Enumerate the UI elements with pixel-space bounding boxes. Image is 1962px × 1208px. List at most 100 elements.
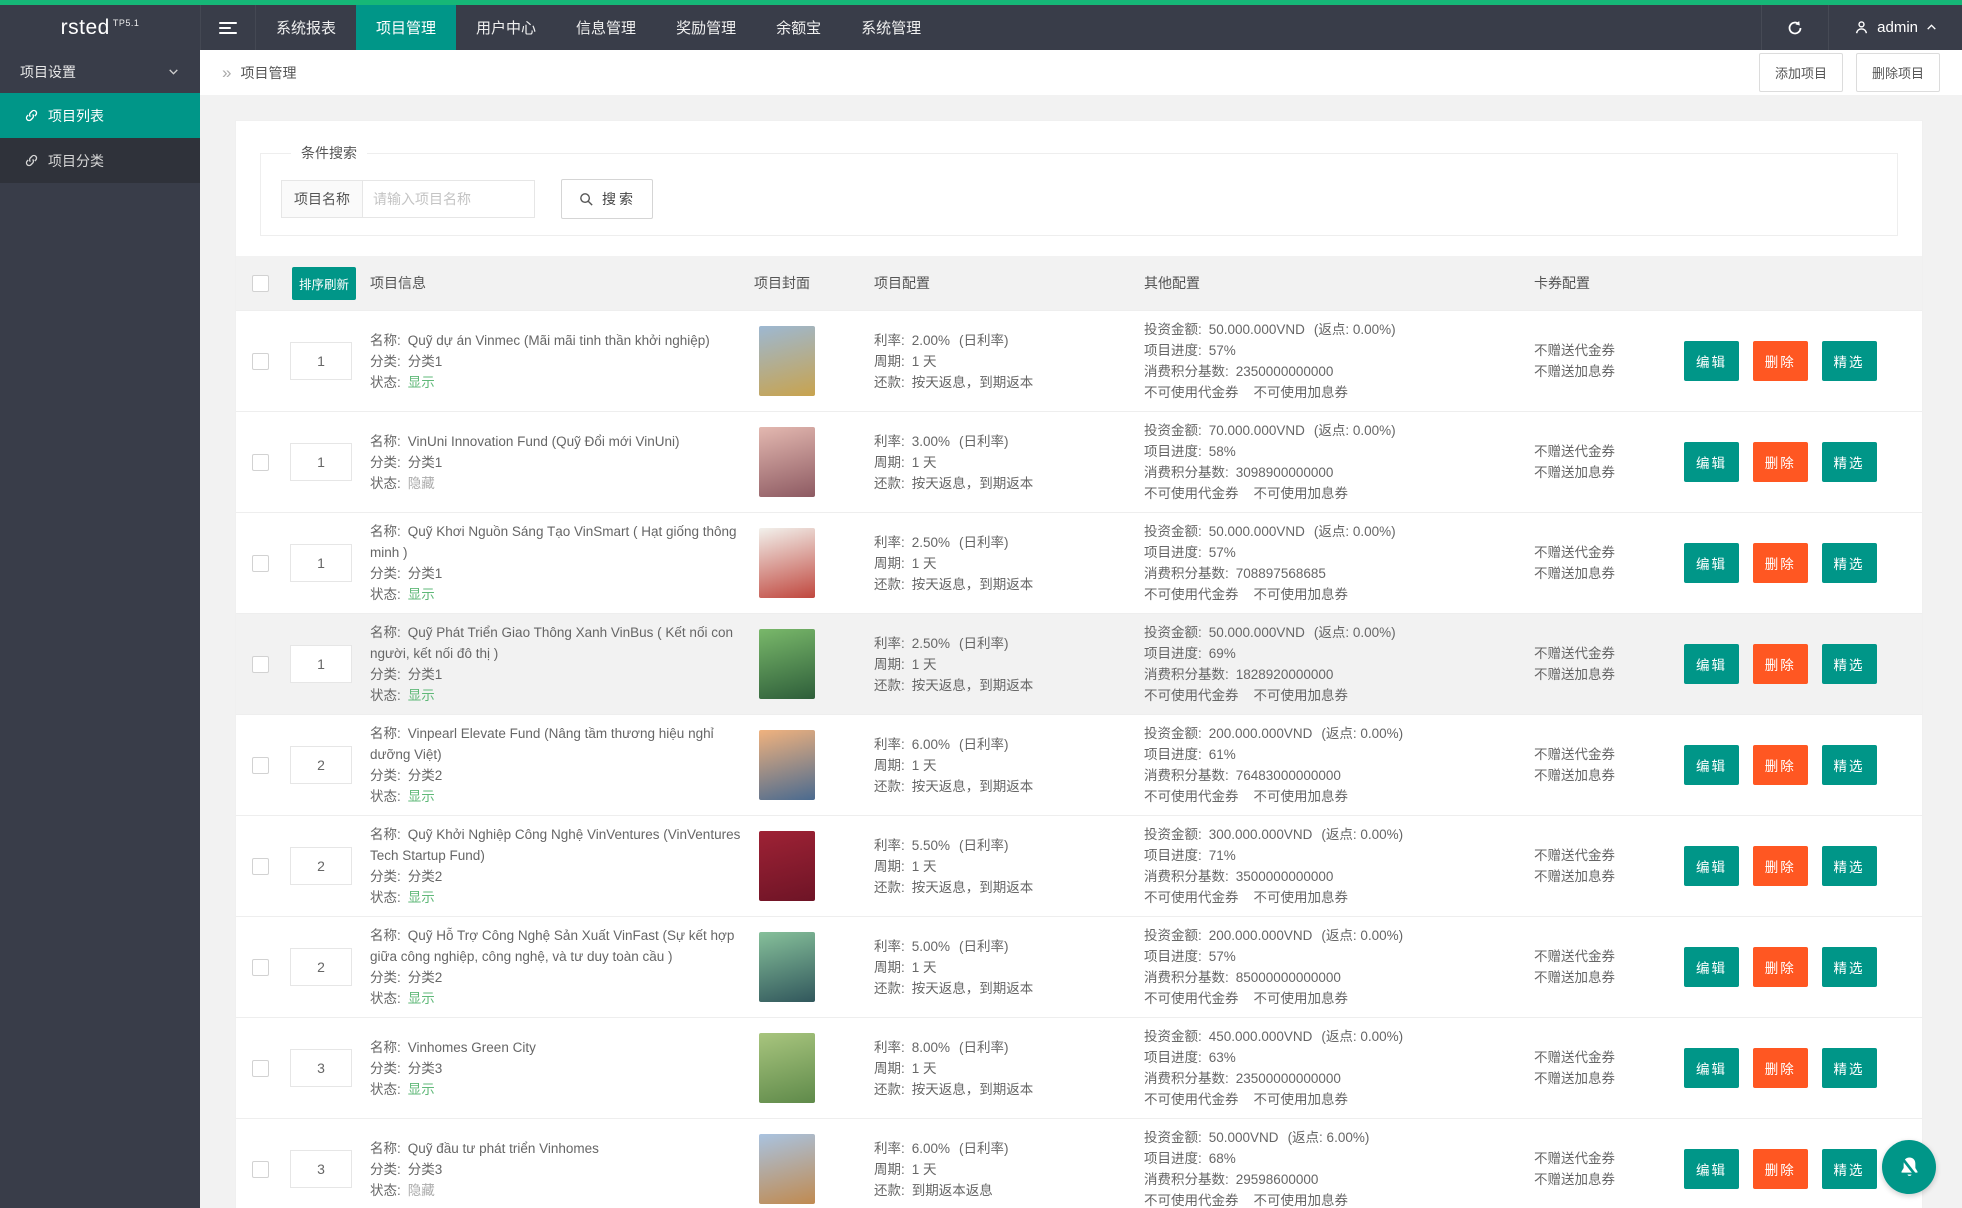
- invest-label: 投资金额:: [1144, 928, 1202, 943]
- delete-button[interactable]: 删除: [1752, 543, 1808, 583]
- project-name: Quỹ Khơi Nguồn Sáng Tạo VinSmart ( Hạt g…: [370, 524, 737, 560]
- feature-button[interactable]: 精选: [1821, 341, 1877, 381]
- select-all-checkbox[interactable]: [251, 274, 269, 292]
- edit-button[interactable]: 编辑: [1684, 543, 1739, 583]
- sort-refresh-button[interactable]: 排序刷新: [292, 266, 357, 300]
- sidebar-section-project-settings[interactable]: 项目设置: [0, 50, 200, 93]
- repay-label: 还款:: [874, 1182, 905, 1198]
- edit-button[interactable]: 编辑: [1684, 745, 1739, 785]
- delete-button[interactable]: 删除: [1752, 947, 1808, 987]
- feature-button[interactable]: 精选: [1821, 543, 1877, 583]
- invest-value: 200.000.000VND: [1208, 928, 1313, 943]
- sort-order-input[interactable]: [290, 847, 352, 885]
- delete-button[interactable]: 删除: [1752, 1149, 1808, 1189]
- sort-order-input[interactable]: [290, 948, 352, 986]
- row-checkbox[interactable]: [251, 655, 269, 673]
- delete-button[interactable]: 删除: [1752, 341, 1808, 381]
- repay-value: 按天返息，到期返本: [911, 980, 1034, 996]
- user-menu[interactable]: admin: [1828, 5, 1962, 50]
- period-label: 周期:: [874, 959, 905, 975]
- delete-button[interactable]: 删除: [1752, 1048, 1808, 1088]
- delete-button[interactable]: 删除: [1752, 442, 1808, 482]
- period-value: 1 天: [911, 858, 937, 874]
- row-checkbox[interactable]: [251, 857, 269, 875]
- invest-label: 投资金额:: [1144, 524, 1202, 539]
- project-cover-image: [759, 730, 815, 800]
- sort-order-input[interactable]: [290, 544, 352, 582]
- delete-project-button[interactable]: 删除项目: [1855, 53, 1940, 92]
- edit-button[interactable]: 编辑: [1684, 644, 1739, 684]
- rate-label: 利率:: [874, 433, 905, 449]
- feature-button[interactable]: 精选: [1821, 1048, 1877, 1088]
- table-row: 名称:Quỹ Phát Triển Giao Thông Xanh VinBus…: [236, 613, 1922, 714]
- delete-button[interactable]: 删除: [1752, 745, 1808, 785]
- feature-button[interactable]: 精选: [1821, 947, 1877, 987]
- delete-button[interactable]: 删除: [1752, 644, 1808, 684]
- row-checkbox[interactable]: [251, 352, 269, 370]
- points-base-label: 消费积分基数:: [1144, 1071, 1229, 1086]
- sort-order-input[interactable]: [290, 342, 352, 380]
- top-bar: rsted TP5.1 系统报表 项目管理 用户中心 信息管理 奖励管理 余额宝 系统管理 …: [0, 5, 1962, 50]
- menu-toggle-button[interactable]: [200, 5, 256, 50]
- header-other-config: 其他配置: [1144, 275, 1200, 291]
- sort-order-input[interactable]: [290, 645, 352, 683]
- edit-button[interactable]: 编辑: [1684, 846, 1739, 886]
- edit-button[interactable]: 编辑: [1684, 442, 1739, 482]
- feature-button[interactable]: 精选: [1821, 1149, 1877, 1189]
- edit-button[interactable]: 编辑: [1684, 1149, 1739, 1189]
- top-nav-item[interactable]: 信息管理: [556, 5, 656, 50]
- sort-order-input[interactable]: [290, 1150, 352, 1188]
- feature-button[interactable]: 精选: [1821, 644, 1877, 684]
- points-base-label: 消费积分基数:: [1144, 364, 1229, 379]
- period-value: 1 天: [911, 353, 937, 369]
- points-base-label: 消费积分基数:: [1144, 1172, 1229, 1187]
- sort-order-input[interactable]: [290, 443, 352, 481]
- sort-order-input[interactable]: [290, 1049, 352, 1087]
- refresh-button[interactable]: [1761, 5, 1828, 50]
- voucher-usage-flag: 不可使用代金券: [1144, 991, 1239, 1006]
- rate-label: 利率:: [874, 736, 905, 752]
- top-nav-item[interactable]: 系统管理: [841, 5, 941, 50]
- sidebar-item[interactable]: 项目分类: [0, 138, 200, 183]
- progress-label: 项目进度:: [1144, 444, 1202, 459]
- row-checkbox[interactable]: [251, 958, 269, 976]
- edit-button[interactable]: 编辑: [1684, 341, 1739, 381]
- progress-value: 57%: [1208, 545, 1236, 560]
- row-checkbox[interactable]: [251, 554, 269, 572]
- progress-value: 57%: [1208, 949, 1236, 964]
- add-project-button[interactable]: 添加项目: [1758, 53, 1843, 92]
- progress-value: 69%: [1208, 646, 1236, 661]
- top-nav-item[interactable]: 项目管理: [356, 5, 457, 50]
- feature-button[interactable]: 精选: [1821, 745, 1877, 785]
- topbar-right: admin: [1761, 5, 1962, 50]
- rate-value: 2.50%: [911, 635, 951, 651]
- row-checkbox[interactable]: [251, 1059, 269, 1077]
- sidebar-items: 项目列表 项目分类: [0, 93, 200, 183]
- top-nav-item[interactable]: 系统报表: [256, 5, 356, 50]
- feature-button[interactable]: 精选: [1821, 442, 1877, 482]
- row-checkbox[interactable]: [251, 1160, 269, 1178]
- feature-button[interactable]: 精选: [1821, 846, 1877, 886]
- interest-coupon-usage-flag: 不可使用加息券: [1253, 486, 1349, 501]
- delete-button[interactable]: 删除: [1752, 846, 1808, 886]
- top-nav-item[interactable]: 用户中心: [456, 5, 556, 50]
- project-category: 分类2: [407, 768, 443, 783]
- top-nav-item[interactable]: 余额宝: [756, 5, 841, 50]
- repay-label: 还款:: [874, 879, 905, 895]
- row-checkbox[interactable]: [251, 453, 269, 471]
- row-checkbox[interactable]: [251, 756, 269, 774]
- interest-coupon-gift-flag: 不赠送加息券: [1534, 1071, 1615, 1086]
- search-button[interactable]: 搜索: [561, 179, 653, 219]
- interest-coupon-gift-flag: 不赠送加息券: [1534, 970, 1615, 985]
- edit-button[interactable]: 编辑: [1684, 1048, 1739, 1088]
- sort-order-input[interactable]: [290, 746, 352, 784]
- edit-button[interactable]: 编辑: [1684, 947, 1739, 987]
- project-name: Quỹ Khởi Nghiệp Công Nghệ VinVentures (V…: [370, 827, 741, 863]
- project-name: Quỹ đầu tư phát triển Vinhomes: [407, 1140, 599, 1156]
- name-label: 名称:: [370, 1039, 401, 1055]
- top-nav-item[interactable]: 奖励管理: [656, 5, 756, 50]
- sidebar-item[interactable]: 项目列表: [0, 93, 200, 138]
- project-name-input[interactable]: [363, 180, 535, 218]
- status-badge: 显示: [407, 789, 435, 804]
- notification-mute-fab[interactable]: [1882, 1140, 1936, 1194]
